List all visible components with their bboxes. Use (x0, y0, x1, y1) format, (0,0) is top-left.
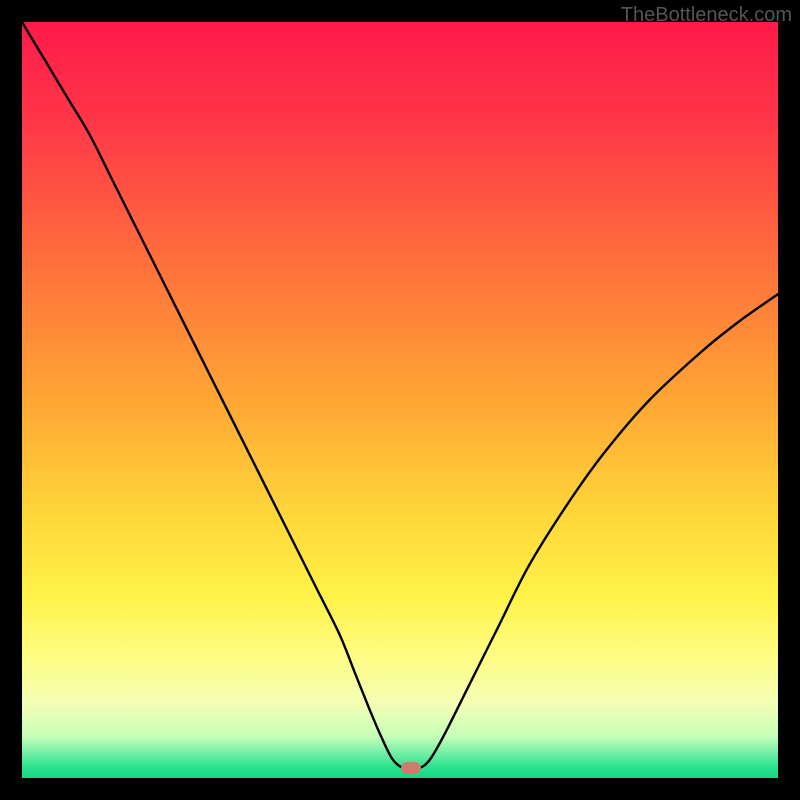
chart-background (22, 22, 778, 778)
watermark-text: TheBottleneck.com (621, 4, 792, 27)
chart-plot-area (22, 22, 778, 778)
optimal-marker (401, 762, 421, 774)
chart-svg (22, 22, 778, 778)
